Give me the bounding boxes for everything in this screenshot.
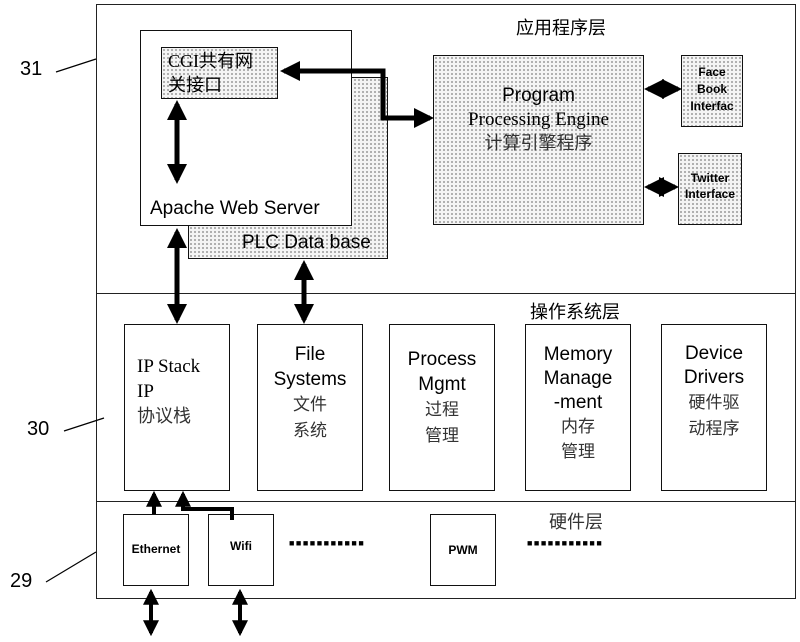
device-drivers-line2: Drivers: [683, 367, 745, 388]
hardware-layer-title: 硬件层: [549, 512, 603, 533]
file-systems-line3: 文件: [293, 395, 327, 415]
cgi-interface[interactable]: CGI共有网 关接口: [161, 47, 278, 99]
facebook-label-line1: Face: [698, 65, 726, 79]
os-module-process-mgmt[interactable]: Process Mgmt 过程 管理: [389, 324, 495, 491]
ref-label-30: 30: [27, 418, 50, 440]
twitter-label-line2: Interface: [684, 187, 736, 201]
os-module-memory-management[interactable]: Memory Manage -ment 内存 管理: [525, 324, 631, 491]
twitter-label-line1: Twitter: [690, 171, 730, 185]
engine-label-cn: 计算引擎程序: [484, 133, 593, 154]
facebook-label-line3: Interfac: [690, 99, 734, 113]
leader-line-31: [55, 58, 97, 73]
pwm-label: PWM: [448, 543, 478, 557]
cgi-label-line1: CGI共有网: [168, 51, 253, 71]
process-mgmt-line3: 过程: [425, 400, 459, 420]
plc-database-label: PLC Data base: [242, 232, 371, 253]
file-systems-line1: File: [294, 344, 326, 365]
ip-stack-line3: 协议栈: [137, 406, 191, 427]
facebook-interface[interactable]: Face Book Interfac: [681, 55, 743, 127]
engine-label-processing: Processing Engine: [468, 109, 609, 130]
os-layer-title: 操作系统层: [530, 302, 620, 323]
os-module-device-drivers[interactable]: Device Drivers 硬件驱 动程序: [661, 324, 767, 491]
process-mgmt-line4: 管理: [425, 426, 459, 446]
process-mgmt-line1: Process: [407, 349, 477, 370]
memory-line1: Memory: [543, 344, 613, 365]
apache-web-server-label: Apache Web Server: [150, 198, 320, 219]
wifi-label: Wifi: [230, 539, 252, 553]
device-drivers-line1: Device: [684, 343, 744, 364]
hw-module-ethernet[interactable]: Ethernet: [123, 514, 189, 586]
os-module-file-systems[interactable]: File Systems 文件 系统: [257, 324, 363, 491]
file-systems-line2: Systems: [273, 369, 347, 390]
leader-line-29: [45, 551, 97, 583]
process-mgmt-line2: Mgmt: [418, 374, 466, 395]
program-processing-engine[interactable]: Program Processing Engine 计算引擎程序: [433, 55, 644, 225]
file-systems-line4: 系统: [293, 421, 327, 441]
memory-line2: Manage: [543, 368, 613, 389]
application-layer-title: 应用程序层: [516, 18, 606, 39]
twitter-interface[interactable]: Twitter Interface: [678, 153, 742, 225]
cgi-label-line2: 关接口: [168, 75, 222, 95]
ref-label-29: 29: [10, 570, 33, 592]
os-module-ip-stack[interactable]: IP Stack IP 协议栈: [124, 324, 230, 491]
ref-label-31: 31: [20, 58, 43, 80]
device-drivers-line3: 硬件驱: [688, 393, 740, 413]
hw-ellipsis-2: ■■■■■■■■■■■: [527, 538, 604, 548]
memory-line3: -ment: [553, 392, 603, 413]
hw-module-pwm[interactable]: PWM: [430, 514, 496, 586]
ip-stack-line2: IP: [137, 381, 154, 402]
facebook-label-line2: Book: [697, 82, 727, 96]
memory-line4: 内存: [561, 417, 595, 437]
ip-stack-line1: IP Stack: [137, 356, 201, 377]
device-drivers-line4: 动程序: [688, 419, 740, 439]
ethernet-label: Ethernet: [131, 542, 181, 556]
hw-module-wifi[interactable]: Wifi: [208, 514, 274, 586]
engine-label-program: Program: [502, 85, 575, 106]
memory-line5: 管理: [561, 442, 595, 462]
hw-ellipsis-1: ■■■■■■■■■■■: [289, 538, 366, 548]
